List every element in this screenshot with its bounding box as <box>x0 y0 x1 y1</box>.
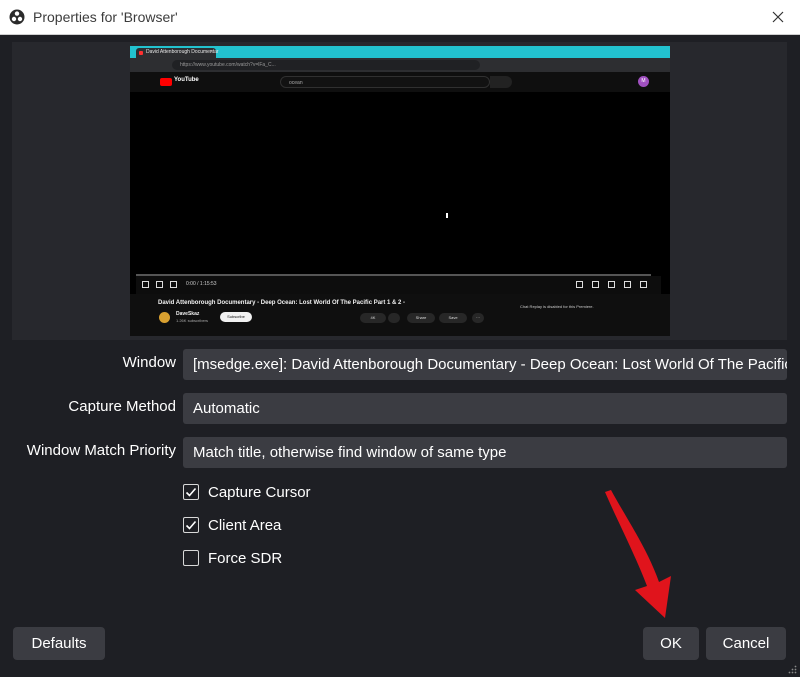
preview-volume-icon <box>170 281 177 288</box>
checkmark-icon <box>185 487 197 497</box>
client-area-option[interactable]: Client Area <box>183 515 281 535</box>
preview-channel-name: DaveSkaz <box>176 311 200 317</box>
force-sdr-option[interactable]: Force SDR <box>183 548 282 568</box>
client-area-label: Client Area <box>208 516 282 534</box>
preview-video-player <box>136 92 661 274</box>
preview-pause-icon <box>142 281 149 288</box>
title-bar: Properties for 'Browser' <box>0 0 800 35</box>
close-icon <box>772 11 784 23</box>
preview-time: 0:00 / 1:15:53 <box>186 281 217 287</box>
preview-player-controls: 0:00 / 1:15:53 <box>136 276 661 294</box>
preview-like-button: 4K <box>360 313 386 323</box>
preview-browser-tab: David Attenborough Documentar × <box>136 48 219 58</box>
preview-video-title: David Attenborough Documentary - Deep Oc… <box>158 300 406 306</box>
preview-chat-notice: Chat Replay is disabled for this Premier… <box>520 304 594 309</box>
preview-address-bar: https://www.youtube.com/watch?v=lFa_C... <box>130 58 670 72</box>
preview-share-button: Share <box>407 313 435 323</box>
preview-url: https://www.youtube.com/watch?v=lFa_C... <box>172 60 480 70</box>
capture-method-select[interactable]: Automatic <box>183 393 787 424</box>
youtube-logo-text: YouTube <box>174 77 199 83</box>
window-title: Properties for 'Browser' <box>33 9 178 25</box>
close-button[interactable] <box>764 4 792 30</box>
properties-dialog: David Attenborough Documentar × https://… <box>0 35 800 677</box>
preview-miniplayer-icon <box>608 281 615 288</box>
force-sdr-label: Force SDR <box>208 549 283 567</box>
preview-tab-title: David Attenborough Documentar <box>146 49 219 55</box>
preview-mouse-cursor <box>446 213 448 218</box>
preview-more-button: ··· <box>472 313 484 323</box>
preview-cc-icon <box>576 281 583 288</box>
force-sdr-checkbox[interactable] <box>183 550 199 566</box>
window-match-priority-select[interactable]: Match title, otherwise find window of sa… <box>183 437 787 468</box>
capture-cursor-checkbox[interactable] <box>183 484 199 500</box>
capture-cursor-option[interactable]: Capture Cursor <box>183 482 311 502</box>
preview-channel-avatar <box>159 312 170 323</box>
client-area-checkbox[interactable] <box>183 517 199 533</box>
preview-fullscreen-icon <box>640 281 647 288</box>
capture-cursor-label: Capture Cursor <box>208 483 311 501</box>
obs-logo-icon <box>9 9 25 25</box>
window-match-priority-label: Window Match Priority <box>26 442 176 459</box>
annotation-arrow-icon <box>605 490 671 618</box>
preview-video-info: David Attenborough Documentary - Deep Oc… <box>130 294 670 336</box>
preview-search-box: ocean <box>280 76 490 88</box>
preview-area: David Attenborough Documentar × https://… <box>12 42 787 340</box>
youtube-favicon-icon <box>139 51 143 55</box>
preview-subscribe-button: Subscribe <box>220 312 252 322</box>
preview-dislike-icon <box>388 313 400 323</box>
preview-search-icon <box>490 76 512 88</box>
resize-grip-icon[interactable] <box>788 665 797 674</box>
preview-save-button: Save <box>439 313 467 323</box>
ok-button[interactable]: OK <box>643 627 699 660</box>
preview-avatar: M <box>638 76 649 87</box>
preview-tab-bar: David Attenborough Documentar × <box>130 46 670 58</box>
preview-subscriber-count: 1.26K subscribers <box>176 318 209 323</box>
window-select[interactable]: [msedge.exe]: David Attenborough Documen… <box>183 349 787 380</box>
defaults-button[interactable]: Defaults <box>13 627 105 660</box>
capture-method-label: Capture Method <box>68 398 176 415</box>
preview-tab-close-icon: × <box>210 49 213 55</box>
youtube-logo-icon <box>160 78 172 86</box>
preview-theater-icon <box>624 281 631 288</box>
checkmark-icon <box>185 520 197 530</box>
cancel-button[interactable]: Cancel <box>706 627 786 660</box>
preview-youtube-header: YouTube ocean M <box>130 72 670 92</box>
preview-next-icon <box>156 281 163 288</box>
preview-settings-icon <box>592 281 599 288</box>
window-label: Window <box>122 354 176 371</box>
capture-preview: David Attenborough Documentar × https://… <box>130 46 670 336</box>
